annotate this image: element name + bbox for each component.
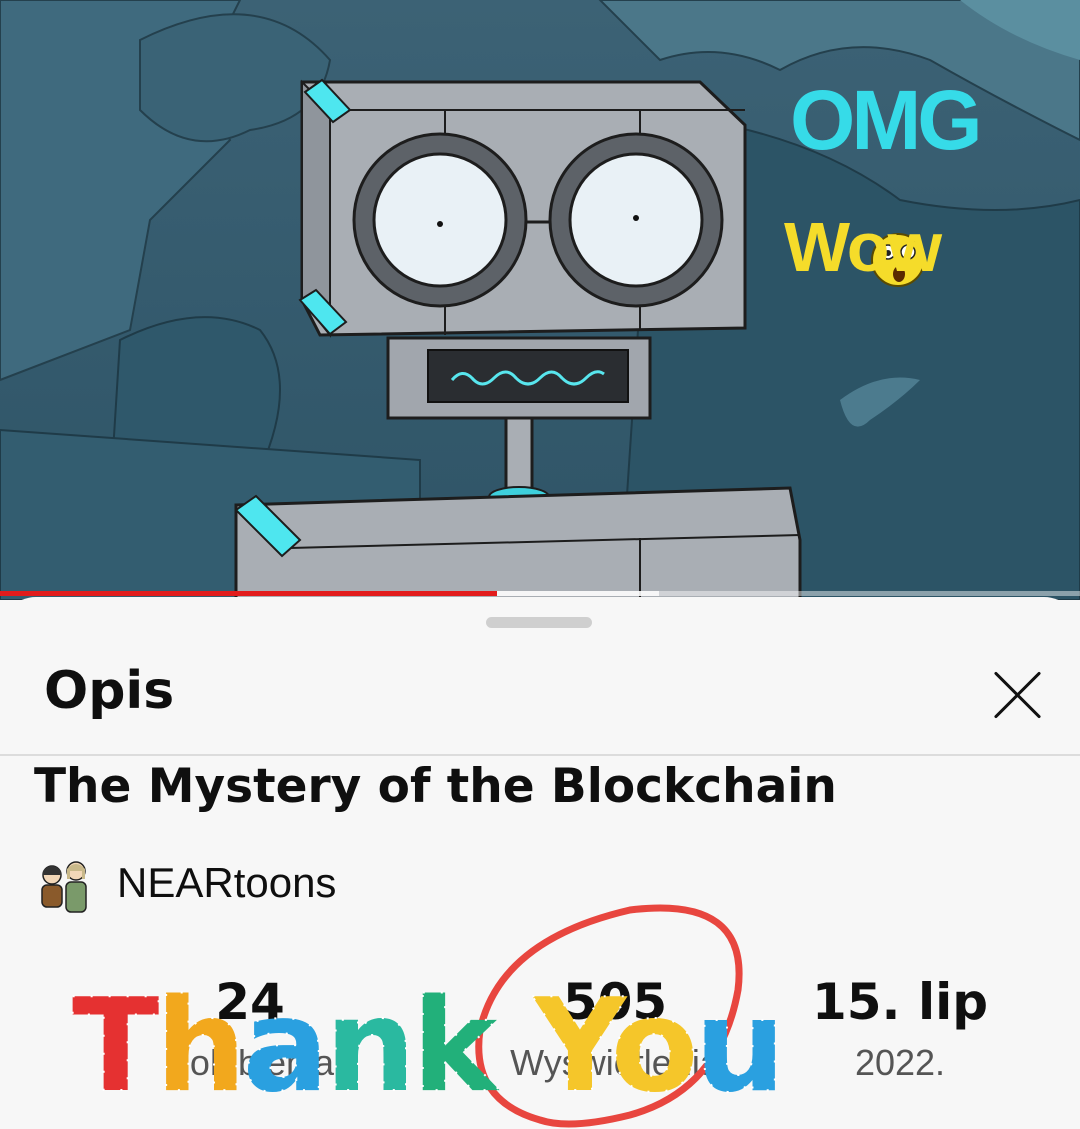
likes-label: Polubienia <box>165 1042 335 1083</box>
video-title: The Mystery of the Blockchain <box>34 759 837 814</box>
views-count: 505 <box>562 973 668 1031</box>
close-icon[interactable] <box>986 663 1048 725</box>
divider <box>0 754 1080 756</box>
omg-sticker: OMG <box>790 78 983 162</box>
progress-bar[interactable] <box>0 591 1080 596</box>
sheet-title: Opis <box>44 661 175 721</box>
upload-date: 15. lip <box>811 973 989 1031</box>
video-player[interactable]: OMG <box>0 0 1080 600</box>
likes-count: 24 <box>215 973 285 1031</box>
date-stat: 15. lip 2022. <box>780 975 1020 1084</box>
views-stat: 505 Wyświetlenia <box>450 975 780 1084</box>
description-sheet: Opis The Mystery of the Blockchain NEARt… <box>0 597 1080 1129</box>
likes-stat: 24 Polubienia <box>90 975 410 1084</box>
views-label: Wyświetlenia <box>510 1042 720 1083</box>
omg-sticker-text: OMG <box>790 73 983 167</box>
drag-handle[interactable] <box>486 617 592 628</box>
wow-sticker-text: Wow <box>784 208 942 286</box>
channel-name[interactable]: NEARtoons <box>117 859 336 907</box>
channel-avatar[interactable] <box>38 857 92 917</box>
wow-sticker: Wow <box>784 212 942 282</box>
upload-year: 2022. <box>854 1042 946 1083</box>
progress-buffered <box>496 591 659 596</box>
progress-played <box>0 591 497 596</box>
